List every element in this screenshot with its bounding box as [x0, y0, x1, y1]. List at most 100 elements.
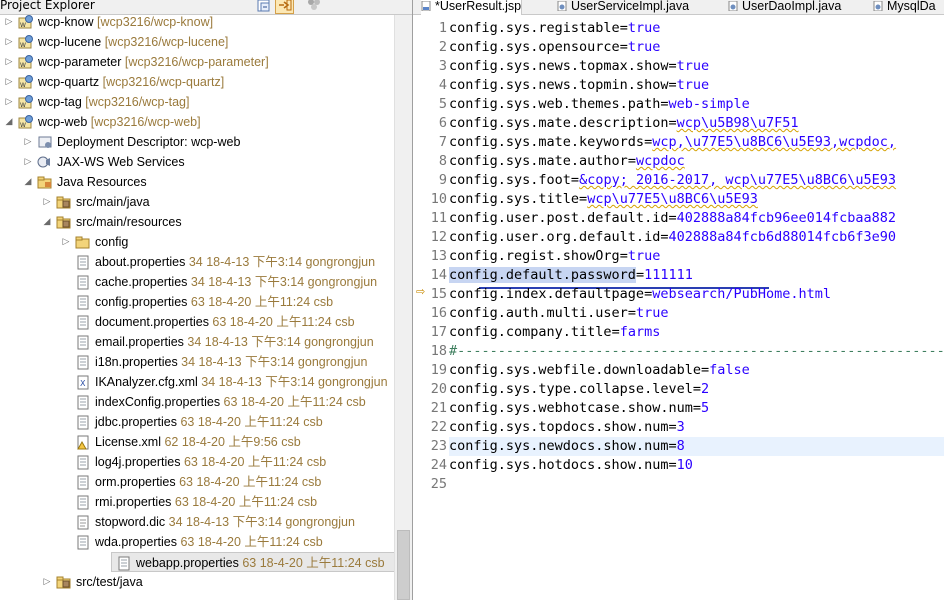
svg-text:W: W	[20, 122, 26, 129]
tree-item-decoration: [wcp3216/wcp-lucene]	[101, 35, 229, 49]
property-key: config.sys.webhotcase.show.num	[449, 400, 693, 416]
tree-scrollbar[interactable]	[394, 15, 412, 600]
tree-item-label: config.properties 63 18-4-20 上午11:24 csb	[95, 292, 333, 312]
property-key: config.auth.multi.user	[449, 305, 628, 321]
collapsed-arrow-icon[interactable]: ▷	[23, 132, 33, 152]
expanded-arrow-icon[interactable]: ◢	[23, 172, 33, 192]
java-file-icon	[557, 0, 567, 12]
properties-file-icon	[75, 535, 91, 550]
editor-tab-label: *UserResult.jsp	[435, 0, 522, 13]
tree-item-name: wda.properties	[95, 535, 177, 549]
code-line: config.sys.news.topmin.show=true	[449, 76, 944, 95]
view-menu-icon[interactable]	[305, 0, 324, 14]
tree-item-name: indexConfig.properties	[95, 395, 221, 409]
editor-tab-userdaoimpl-java[interactable]: UserDaoImpl.java	[728, 0, 841, 15]
property-key: config.user.org.default.id	[449, 229, 661, 245]
code-line: config.sys.mate.author=wcpdoc	[449, 152, 944, 171]
equals-sign: =	[668, 419, 677, 435]
property-key: config.sys.registable	[449, 20, 620, 36]
tree-item-decoration: 34 18-4-13 下午3:14 gongrongjun	[177, 355, 368, 369]
tree-item-name: cache.properties	[95, 275, 188, 289]
line-number: 12	[430, 229, 447, 245]
property-key: config.default.password	[449, 267, 636, 283]
java-resources-icon	[37, 175, 53, 190]
property-key: config.sys.webfile.downloadable	[449, 362, 701, 378]
collapsed-arrow-icon[interactable]: ▷	[42, 192, 52, 212]
collapsed-arrow-icon[interactable]: ▷	[23, 152, 33, 172]
equals-sign: =	[668, 457, 677, 473]
line-number: 14	[430, 267, 447, 283]
source-folder-icon	[56, 195, 72, 210]
property-value: 3	[676, 419, 685, 435]
tree-item-name: rmi.properties	[95, 495, 172, 509]
code-line: config.sys.foot=&copy; 2016-2017, wcp\u7…	[449, 171, 944, 190]
code-line: config.sys.news.topmax.show=true	[449, 57, 944, 76]
property-key: config.sys.opensource	[449, 39, 620, 55]
collapse-all-icon[interactable]	[255, 0, 274, 14]
code-editor[interactable]: config.sys.registable=true config.sys.ope…	[449, 15, 944, 600]
expanded-arrow-icon[interactable]: ◢	[42, 212, 52, 232]
scrollbar-thumb[interactable]	[397, 530, 410, 600]
text-file-icon	[75, 515, 91, 530]
property-key: config.sys.news.topmin.show	[449, 77, 669, 93]
property-value: 402888a84fcb96ee014fcbaa882	[676, 210, 897, 226]
equals-sign: =	[700, 362, 710, 378]
line-number: 13	[430, 248, 447, 264]
collapsed-arrow-icon[interactable]: ▷	[4, 72, 14, 92]
expanded-arrow-icon[interactable]: ◢	[4, 112, 14, 132]
line-number: 18	[430, 343, 447, 359]
property-key: config.sys.type.collapse.level	[449, 381, 693, 397]
collapsed-arrow-icon[interactable]: ▷	[61, 232, 71, 252]
tree-item-label: wcp-web [wcp3216/wcp-web]	[38, 112, 201, 132]
tree-item-name: Deployment Descriptor: wcp-web	[57, 135, 241, 149]
editor-tab-userresult-jsp[interactable]: *UserResult.jsp	[421, 0, 523, 15]
editor-tab-label: MysqlDa	[887, 0, 936, 13]
line-number: 9	[438, 172, 447, 188]
editor-tab-mysqlda[interactable]: MysqlDa	[873, 0, 936, 15]
tree-item-name: Java Resources	[57, 175, 147, 189]
equals-sign: =	[627, 305, 636, 321]
tree-item-label: orm.properties 63 18-4-20 上午11:24 csb	[95, 472, 321, 492]
tree-item-decoration: 63 18-4-20 上午11:24 csb	[220, 395, 366, 409]
equals-sign: =	[627, 153, 636, 169]
collapsed-arrow-icon[interactable]: ▷	[4, 15, 14, 32]
tree-item-webapp-properties[interactable]: webapp.properties 63 18-4-20 上午11:24 csb	[111, 552, 394, 572]
line-number: 20	[430, 381, 447, 397]
web-project-icon: W	[18, 115, 34, 130]
tree-item-name: JAX-WS Web Services	[57, 155, 185, 169]
tree-item-decoration: 63 18-4-20 上午11:24 csb	[187, 295, 334, 309]
property-key: config.sys.mate.description	[449, 115, 669, 131]
project-explorer-view: Project Explorer ▷ Wwcp-know [wcp3216/wcp…	[0, 0, 412, 600]
collapsed-arrow-icon[interactable]: ▷	[4, 92, 14, 112]
line-number: 4	[438, 77, 447, 93]
property-key: config.company.title	[449, 324, 612, 340]
property-value: true	[627, 248, 661, 264]
code-line: config.sys.webhotcase.show.num=5	[449, 399, 944, 418]
property-value: wcp\u5B98\u7F51	[676, 115, 799, 131]
equals-sign: =	[644, 134, 653, 150]
collapsed-arrow-icon[interactable]: ▷	[4, 32, 14, 52]
tree-item-label: wcp-parameter [wcp3216/wcp-parameter]	[38, 52, 269, 72]
property-value: wcp,\u77E5\u8BC6\u5E93,wcpdoc,	[652, 134, 897, 150]
properties-file-icon	[75, 335, 91, 350]
collapsed-arrow-icon[interactable]: ▷	[42, 572, 52, 592]
line-number: 11	[430, 210, 447, 226]
line-number: 19	[430, 362, 447, 378]
svg-text:W: W	[20, 42, 26, 49]
tree-item-label: wda.properties 63 18-4-20 上午11:24 csb	[95, 532, 323, 552]
link-with-editor-icon[interactable]	[275, 0, 294, 14]
equals-sign: =	[619, 248, 628, 264]
editor-tab-userserviceimpl-java[interactable]: UserServiceImpl.java	[557, 0, 689, 15]
equals-sign: =	[668, 77, 677, 93]
tree-item-label: rmi.properties 63 18-4-20 上午11:24 csb	[95, 492, 317, 512]
tree-item-decoration: 63 18-4-20 上午11:24 csb	[175, 475, 322, 489]
tree-item-name: stopword.dic	[95, 515, 166, 529]
xml-warning-file-icon	[75, 435, 91, 450]
collapsed-arrow-icon[interactable]: ▷	[4, 52, 14, 72]
property-value: false	[709, 362, 750, 378]
line-number: 5	[438, 96, 447, 112]
properties-file-icon	[75, 255, 91, 270]
line-number: 15	[430, 286, 447, 302]
properties-file-icon	[75, 295, 91, 310]
code-comment: #---------------------------------------…	[449, 343, 944, 359]
